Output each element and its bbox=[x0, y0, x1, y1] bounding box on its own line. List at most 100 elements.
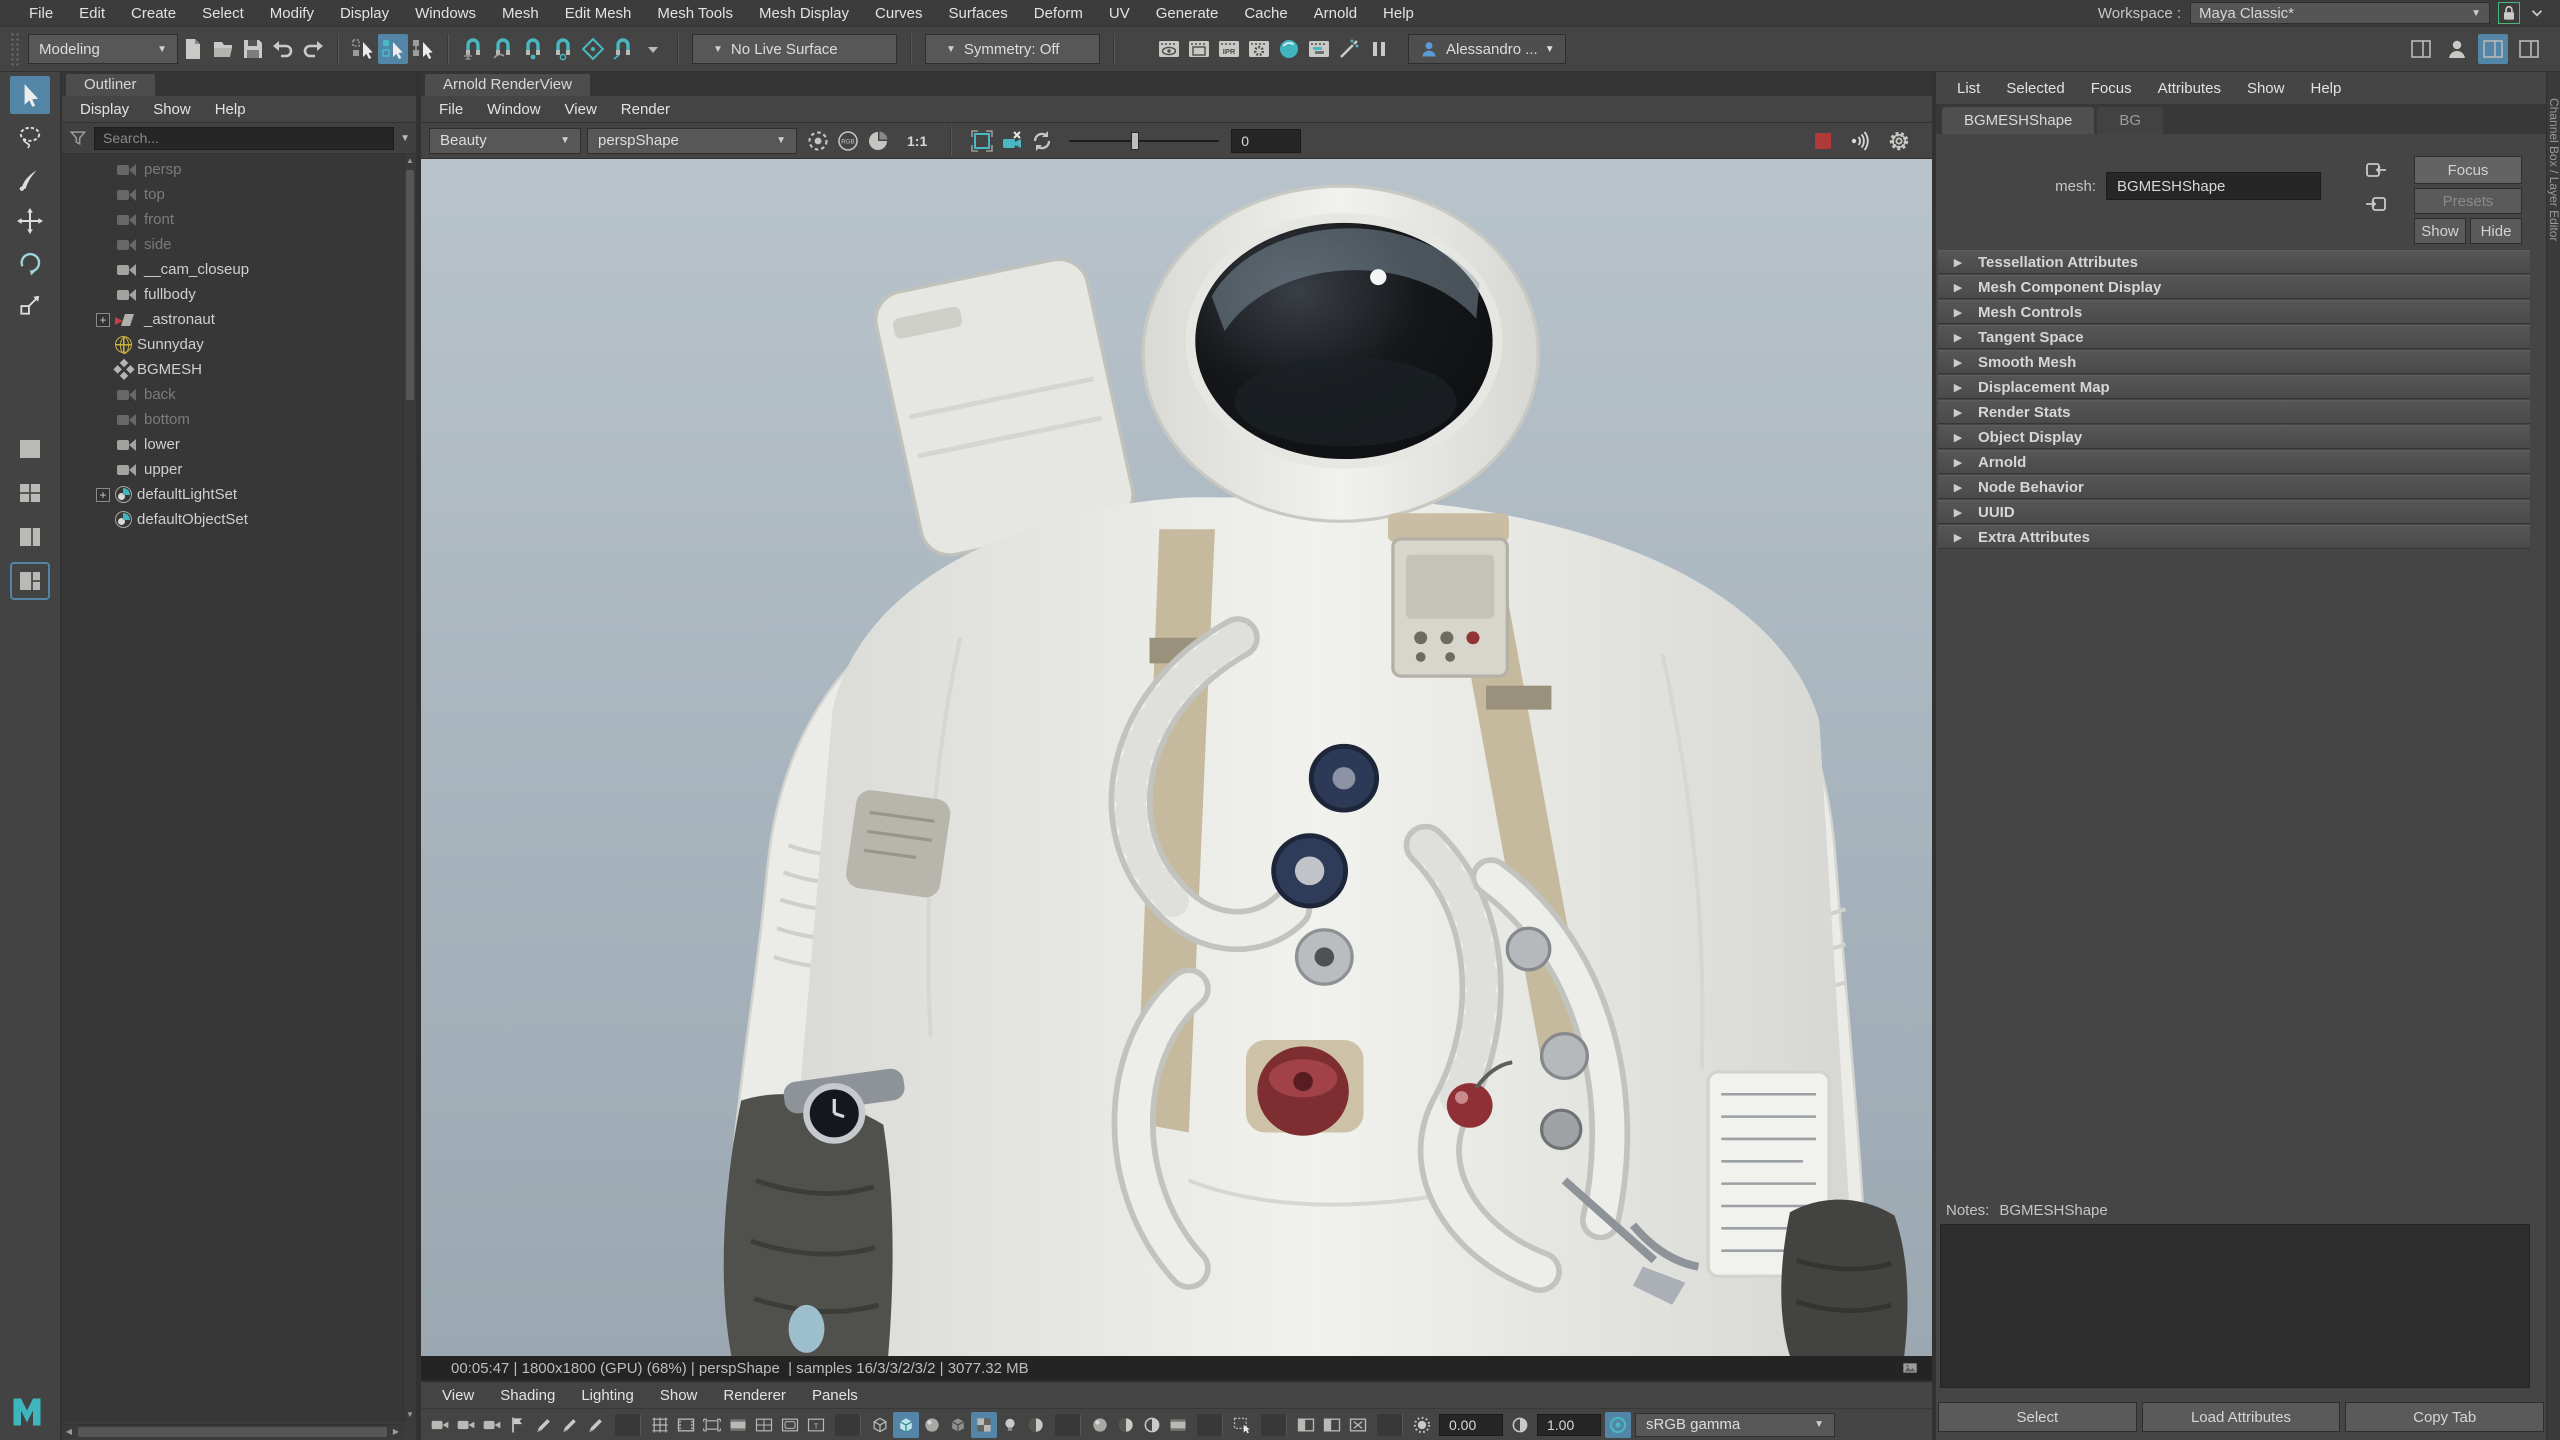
menu-item[interactable]: Help bbox=[203, 101, 258, 118]
toolbar-item[interactable] bbox=[1377, 1414, 1403, 1436]
menu-item[interactable]: UV bbox=[1096, 5, 1143, 22]
pane-right-icon[interactable] bbox=[1319, 1412, 1345, 1438]
expand-icon[interactable]: + bbox=[96, 313, 110, 327]
attribute-section-header[interactable]: ▶ Tessellation Attributes bbox=[1938, 250, 2530, 274]
make-live-icon[interactable] bbox=[608, 34, 638, 64]
select-hierarchy-icon[interactable] bbox=[408, 34, 438, 64]
new-scene-icon[interactable] bbox=[178, 34, 208, 64]
menu-item[interactable]: View bbox=[553, 101, 609, 118]
toolbar-item[interactable] bbox=[337, 34, 339, 64]
output-connection-icon[interactable] bbox=[2364, 192, 2388, 216]
notes-area[interactable] bbox=[1940, 1224, 2530, 1388]
wireframe-on-shaded-icon[interactable] bbox=[945, 1412, 971, 1438]
attribute-section-header[interactable]: ▶ Render Stats bbox=[1938, 400, 2530, 424]
menu-item[interactable]: Panels bbox=[799, 1387, 871, 1404]
menu-item[interactable]: Surfaces bbox=[936, 5, 1021, 22]
hide-button[interactable]: Hide bbox=[2470, 218, 2522, 244]
redo-icon[interactable] bbox=[298, 34, 328, 64]
search-input[interactable]: Search... bbox=[94, 127, 394, 150]
lasso-tool-icon[interactable] bbox=[10, 118, 50, 156]
menu-item[interactable]: Edit Mesh bbox=[552, 5, 645, 22]
menu-item[interactable]: Focus bbox=[2078, 80, 2145, 97]
wireframe-icon[interactable] bbox=[867, 1412, 893, 1438]
attribute-section-header[interactable]: ▶ Node Behavior bbox=[1938, 475, 2530, 499]
outliner-tab[interactable]: Outliner bbox=[66, 74, 155, 96]
bookmark-icon[interactable] bbox=[505, 1412, 531, 1438]
menu-item[interactable]: Cache bbox=[1231, 5, 1300, 22]
toolbar-item[interactable] bbox=[1055, 1414, 1081, 1436]
snap-projected-center-icon[interactable] bbox=[548, 34, 578, 64]
rgb-channels-icon[interactable]: RGB bbox=[833, 126, 863, 156]
menu-item[interactable]: Deform bbox=[1021, 5, 1096, 22]
attribute-editor-icon[interactable] bbox=[2514, 34, 2544, 64]
settings-gear-icon[interactable] bbox=[1884, 126, 1914, 156]
snap-viewplane-icon[interactable] bbox=[578, 34, 608, 64]
scrollbar-thumb[interactable] bbox=[406, 170, 414, 400]
attribute-section-header[interactable]: ▶ UUID bbox=[1938, 500, 2530, 524]
menu-item[interactable]: Display bbox=[327, 5, 402, 22]
menu-item[interactable]: Display bbox=[68, 101, 141, 118]
color-management-toggle-icon[interactable] bbox=[1605, 1412, 1631, 1438]
motion-blur-icon[interactable] bbox=[1113, 1412, 1139, 1438]
filter-icon[interactable] bbox=[68, 128, 88, 148]
menu-item[interactable]: Curves bbox=[862, 5, 936, 22]
scroll-up-icon[interactable]: ▲ bbox=[404, 154, 416, 168]
expand-icon[interactable]: + bbox=[96, 488, 110, 502]
safe-action-icon[interactable] bbox=[777, 1412, 803, 1438]
attribute-section-header[interactable]: ▶ Extra Attributes bbox=[1938, 525, 2530, 549]
menu-set-select[interactable]: Modeling▼ bbox=[28, 34, 178, 64]
outliner-item[interactable]: + top bbox=[62, 182, 403, 207]
hypershade-icon[interactable] bbox=[1274, 34, 1304, 64]
drag-grip-icon[interactable] bbox=[10, 32, 20, 66]
menu-item[interactable]: Modify bbox=[257, 5, 327, 22]
camera-icon[interactable] bbox=[427, 1412, 453, 1438]
undo-icon[interactable] bbox=[268, 34, 298, 64]
slider-handle[interactable] bbox=[1131, 132, 1139, 150]
attribute-editor-bottom-button[interactable]: Load Attributes bbox=[2142, 1402, 2341, 1432]
outliner-item[interactable]: + _astronaut bbox=[62, 307, 403, 332]
attribute-section-header[interactable]: ▶ Smooth Mesh bbox=[1938, 350, 2530, 374]
gate-mask-icon[interactable] bbox=[725, 1412, 751, 1438]
menu-item[interactable]: Help bbox=[1370, 5, 1427, 22]
workspace-select[interactable]: Maya Classic*▼ bbox=[2190, 2, 2490, 24]
menu-item[interactable]: Edit bbox=[66, 5, 118, 22]
menu-item[interactable]: Mesh bbox=[489, 5, 552, 22]
camera-attributes-icon[interactable] bbox=[453, 1412, 479, 1438]
rendered-image-astronaut[interactable] bbox=[421, 159, 1932, 1356]
crop-region-icon[interactable] bbox=[967, 126, 997, 156]
exposure-field[interactable]: 0.00 bbox=[1439, 1414, 1503, 1436]
field-chart-icon[interactable] bbox=[751, 1412, 777, 1438]
menu-item[interactable]: Render bbox=[609, 101, 682, 118]
speaker-icon[interactable] bbox=[1846, 126, 1876, 156]
menu-item[interactable]: Shading bbox=[487, 1387, 568, 1404]
channel-box-icon[interactable] bbox=[2478, 34, 2508, 64]
safe-title-icon[interactable]: T bbox=[803, 1412, 829, 1438]
render-settings-icon[interactable] bbox=[1244, 34, 1274, 64]
material-icon[interactable] bbox=[919, 1412, 945, 1438]
toolbar-item[interactable] bbox=[1261, 1414, 1287, 1436]
snapshot-icon[interactable] bbox=[803, 126, 833, 156]
zoom-ratio-button[interactable]: 1:1 bbox=[899, 133, 935, 149]
scale-tool-icon[interactable] bbox=[10, 286, 50, 324]
outliner-item[interactable]: + __cam_closeup bbox=[62, 257, 403, 282]
select-object-icon[interactable] bbox=[348, 34, 378, 64]
paint-select-tool-icon[interactable] bbox=[10, 160, 50, 198]
mesh-name-field[interactable]: BGMESHShape bbox=[2106, 172, 2321, 200]
save-scene-icon[interactable] bbox=[238, 34, 268, 64]
presets-button[interactable]: Presets bbox=[2414, 188, 2522, 214]
toolbar-item[interactable] bbox=[1197, 1414, 1223, 1436]
anti-alias-icon[interactable] bbox=[1139, 1412, 1165, 1438]
attribute-section-header[interactable]: ▶ Object Display bbox=[1938, 425, 2530, 449]
select-tool-icon[interactable] bbox=[10, 76, 50, 114]
gamma-field[interactable]: 1.00 bbox=[1537, 1414, 1601, 1436]
lights-icon[interactable] bbox=[997, 1412, 1023, 1438]
menu-item[interactable]: View bbox=[429, 1387, 487, 1404]
live-surface-select[interactable]: ▼ No Live Surface bbox=[692, 34, 897, 64]
symmetry-select[interactable]: ▼ Symmetry: Off bbox=[925, 34, 1100, 64]
view-transform-select[interactable]: sRGB gamma▼ bbox=[1635, 1413, 1835, 1437]
scroll-right-icon[interactable]: ▶ bbox=[389, 1425, 403, 1439]
outliner-item[interactable]: + defaultObjectSet bbox=[62, 507, 403, 532]
attribute-section-header[interactable]: ▶ Mesh Controls bbox=[1938, 300, 2530, 324]
pane-left-icon[interactable] bbox=[1293, 1412, 1319, 1438]
camera-select-icon[interactable] bbox=[479, 1412, 505, 1438]
